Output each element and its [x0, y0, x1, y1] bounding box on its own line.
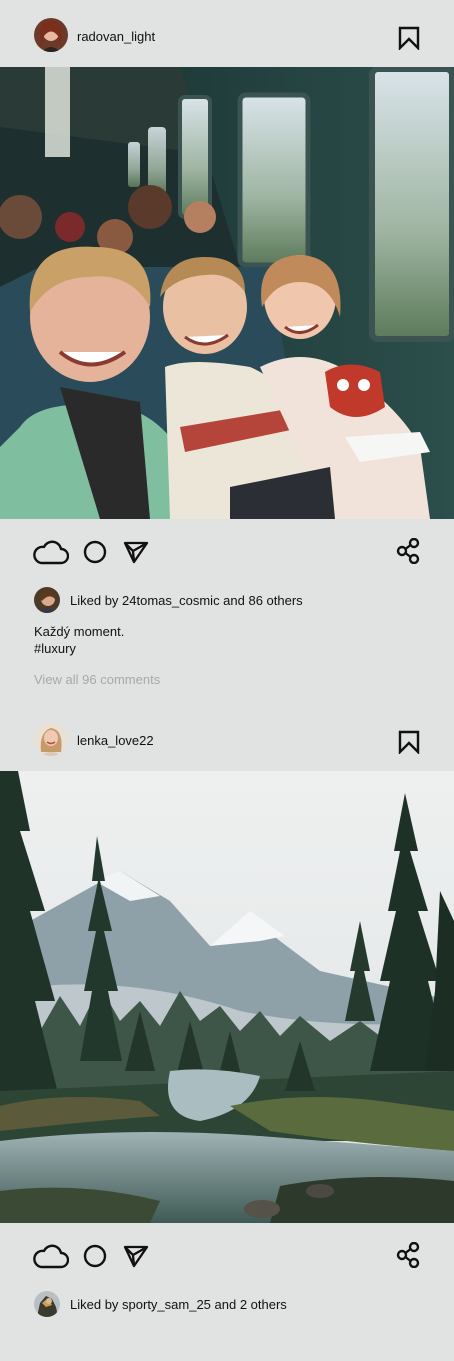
user-avatar[interactable] [34, 722, 68, 756]
view-comments-link[interactable]: View all 96 comments [34, 672, 160, 687]
likes-text[interactable]: Liked by 24tomas_cosmic and 86 others [70, 593, 303, 608]
likes-text[interactable]: Liked by sporty_sam_25 and 2 others [70, 1297, 287, 1312]
post-username[interactable]: lenka_love22 [77, 733, 154, 748]
caption-hashtag[interactable]: #luxury [34, 640, 124, 657]
liker-avatar[interactable] [34, 587, 60, 613]
circle-icon[interactable] [83, 540, 107, 569]
post-caption: Každý moment. #luxury [34, 623, 124, 657]
bookmark-icon[interactable] [398, 730, 420, 755]
cloud-icon[interactable] [33, 1243, 70, 1274]
post-photo[interactable] [0, 67, 454, 519]
likes-row: Liked by sporty_sam_25 and 2 others [34, 1291, 434, 1317]
cloud-icon[interactable] [33, 539, 70, 570]
circle-icon[interactable] [83, 1244, 107, 1273]
liker-avatar[interactable] [34, 1291, 60, 1317]
user-avatar[interactable] [34, 18, 68, 52]
post-username[interactable]: radovan_light [77, 29, 155, 44]
post-actions [0, 1241, 454, 1274]
post-actions [0, 537, 454, 570]
post-header: lenka_love22 [0, 704, 454, 771]
send-icon[interactable] [123, 540, 149, 569]
send-icon[interactable] [123, 1244, 149, 1273]
feed-post: lenka_love22 Liked by sporty_sam_25 and … [0, 704, 454, 1317]
share-icon[interactable] [396, 537, 420, 569]
feed-post: radovan_light Liked by 24tomas_cosmic an… [0, 0, 454, 687]
post-header: radovan_light [0, 0, 454, 67]
likes-row: Liked by 24tomas_cosmic and 86 others [34, 587, 434, 613]
share-icon[interactable] [396, 1241, 420, 1273]
caption-text: Každý moment. [34, 624, 125, 639]
post-photo[interactable] [0, 771, 454, 1223]
bookmark-icon[interactable] [398, 26, 420, 51]
